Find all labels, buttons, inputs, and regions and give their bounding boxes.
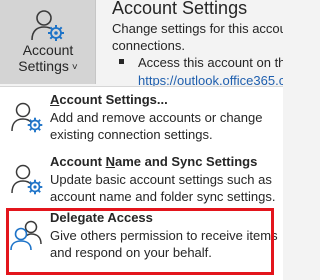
- account-settings-label-text: Settings: [18, 58, 69, 74]
- menu-item-title: Account Settings...: [50, 92, 168, 108]
- menu-item-description: Add and remove accounts or change existi…: [50, 110, 263, 142]
- bullet-icon: [119, 59, 124, 64]
- menu-item-account-name-sync[interactable]: Account Name and Sync Settings Update ba…: [0, 149, 283, 211]
- account-settings-button[interactable]: Account Settings ˅: [0, 0, 96, 84]
- account-settings-icon: [11, 164, 43, 195]
- account-settings-label-line1: Account: [22, 42, 74, 58]
- title-part: Account: [50, 154, 106, 169]
- account-info-panel: Account Settings Change settings for thi…: [112, 0, 283, 86]
- title-part: ame and Sync Settings: [115, 154, 258, 169]
- info-description-line2: connections.: [112, 38, 185, 53]
- account-settings-icon: [31, 10, 64, 41]
- info-description-line1: Change settings for this account or set …: [112, 21, 283, 36]
- info-bullet-text: Access this account on the web.: [138, 55, 283, 70]
- info-title: Account Settings: [112, 0, 248, 18]
- account-settings-icon: [11, 102, 43, 133]
- title-accelerator: A: [50, 92, 60, 107]
- menu-item-title: Account Name and Sync Settings: [50, 154, 257, 170]
- title-accelerator: N: [105, 154, 116, 169]
- chevron-down-icon: ˅: [71, 62, 78, 73]
- owa-link[interactable]: https://outlook.office365.com/owa/: [138, 72, 283, 86]
- highlight-annotation-box: [6, 208, 274, 275]
- account-settings-label-line2: Settings ˅: [0, 58, 96, 76]
- menu-item-account-settings[interactable]: Account Settings... Add and remove accou…: [0, 87, 283, 149]
- title-part: ccount Settings...: [59, 92, 168, 107]
- ribbon: Account Settings ˅ Account Settings Chang…: [0, 0, 283, 86]
- menu-item-description: Update basic account settings such as ac…: [50, 172, 276, 204]
